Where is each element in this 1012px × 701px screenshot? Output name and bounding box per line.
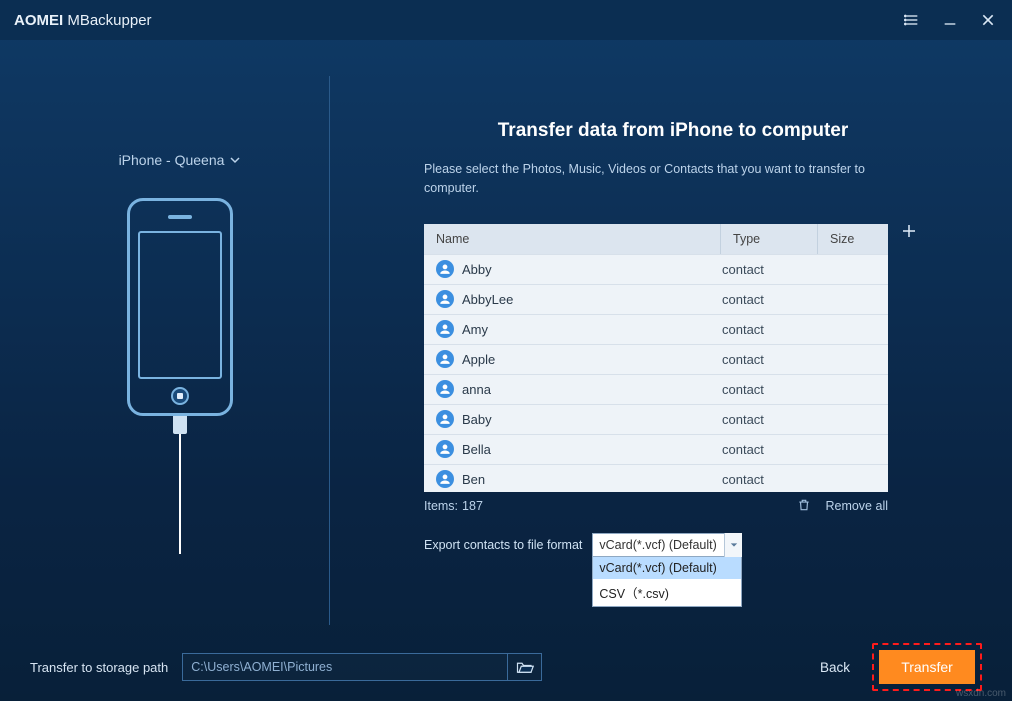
phone-icon [127, 198, 233, 416]
chevron-down-icon [230, 155, 240, 165]
plus-icon [900, 222, 918, 240]
cable-icon [179, 434, 181, 554]
contact-icon [436, 260, 454, 278]
device-selector[interactable]: iPhone - Queena [119, 152, 241, 168]
col-header-name[interactable]: Name [424, 232, 720, 246]
title-bar: AOMEI MBackupper [0, 0, 1012, 40]
phone-illustration [127, 198, 233, 554]
contact-icon [436, 320, 454, 338]
usb-connector-icon [173, 416, 187, 434]
cell-name: Ben [462, 472, 485, 487]
device-panel: iPhone - Queena [30, 76, 330, 625]
export-row: Export contacts to file format vCard(*.v… [424, 533, 922, 557]
app-title-strong: AOMEI [14, 12, 63, 29]
export-label: Export contacts to file format [424, 533, 582, 552]
export-option[interactable]: CSV（*.csv) [593, 579, 741, 606]
table-row[interactable]: Ben contact [424, 464, 888, 492]
cell-type: contact [722, 322, 818, 337]
export-option[interactable]: vCard(*.vcf) (Default) [593, 557, 741, 579]
cell-name: Baby [462, 412, 492, 427]
export-format-dropdown: vCard(*.vcf) (Default)CSV（*.csv) [592, 557, 742, 607]
bottom-bar: Transfer to storage path C:\Users\AOMEI\… [0, 633, 1012, 701]
col-header-type[interactable]: Type [721, 232, 817, 246]
page-title: Transfer data from iPhone to computer [424, 120, 922, 142]
triangle-down-icon [730, 541, 738, 549]
cell-type: contact [722, 442, 818, 457]
contact-icon [436, 350, 454, 368]
minimize-button[interactable] [940, 10, 960, 30]
cell-type: contact [722, 292, 818, 307]
browse-button[interactable] [507, 654, 541, 680]
storage-path-box: C:\Users\AOMEI\Pictures [182, 653, 542, 681]
table-body: AbbycontactAbbyLeecontactAmycontactApple… [424, 254, 888, 492]
cell-name: anna [462, 382, 491, 397]
contact-icon [436, 470, 454, 488]
main-panel: Transfer data from iPhone to computer Pl… [330, 76, 982, 625]
items-label: Items: [424, 499, 458, 513]
contact-icon [436, 410, 454, 428]
cell-type: contact [722, 472, 818, 487]
table-header: Name Type Size [424, 224, 888, 254]
transfer-button[interactable]: Transfer [879, 650, 975, 684]
cell-name: Amy [462, 322, 488, 337]
app-window: AOMEI MBackupper iPhone - Queena [0, 0, 1012, 701]
page-subtitle: Please select the Photos, Music, Videos … [424, 160, 922, 198]
cell-type: contact [722, 382, 818, 397]
table-row[interactable]: AbbyLee contact [424, 284, 888, 314]
content-area: iPhone - Queena Transfer data from iPhon… [30, 76, 982, 625]
items-count: 187 [462, 499, 483, 513]
cell-name: Bella [462, 442, 491, 457]
cell-name: AbbyLee [462, 292, 513, 307]
close-button[interactable] [978, 10, 998, 30]
menu-list-icon[interactable] [902, 10, 922, 30]
cell-type: contact [722, 352, 818, 367]
delete-button[interactable] [797, 498, 811, 515]
dropdown-toggle[interactable] [724, 533, 742, 557]
device-name: iPhone - Queena [119, 152, 225, 168]
remove-all-link[interactable]: Remove all [825, 499, 888, 513]
table-footer: Items: 187 Remove all [424, 498, 888, 515]
col-header-size[interactable]: Size [818, 232, 888, 246]
storage-path-input[interactable]: C:\Users\AOMEI\Pictures [183, 660, 507, 674]
storage-path-label: Transfer to storage path [30, 660, 168, 675]
table-row[interactable]: Amy contact [424, 314, 888, 344]
transfer-highlight: Transfer [872, 643, 982, 691]
add-button[interactable] [900, 222, 918, 245]
table-row[interactable]: Bella contact [424, 434, 888, 464]
window-controls [902, 10, 998, 30]
export-format-value: vCard(*.vcf) (Default) [592, 533, 742, 557]
cell-type: contact [722, 412, 818, 427]
cell-name: Apple [462, 352, 495, 367]
cell-type: contact [722, 262, 818, 277]
app-title: AOMEI MBackupper [14, 12, 152, 29]
cell-name: Abby [462, 262, 492, 277]
table-row[interactable]: anna contact [424, 374, 888, 404]
items-table: Name Type Size Abby contact AbbyLee contact… [424, 224, 888, 492]
watermark: wsxdn.com [956, 688, 1006, 699]
export-format-select[interactable]: vCard(*.vcf) (Default) vCard(*.vcf) (Def… [592, 533, 742, 557]
trash-icon [797, 498, 811, 512]
contact-icon [436, 440, 454, 458]
table-row[interactable]: Apple contact [424, 344, 888, 374]
table-row[interactable]: Baby contact [424, 404, 888, 434]
contact-icon [436, 290, 454, 308]
table-row[interactable]: Abby contact [424, 254, 888, 284]
contact-icon [436, 380, 454, 398]
folder-open-icon [516, 660, 534, 674]
back-button[interactable]: Back [820, 660, 850, 675]
app-title-light: MBackupper [63, 12, 151, 29]
